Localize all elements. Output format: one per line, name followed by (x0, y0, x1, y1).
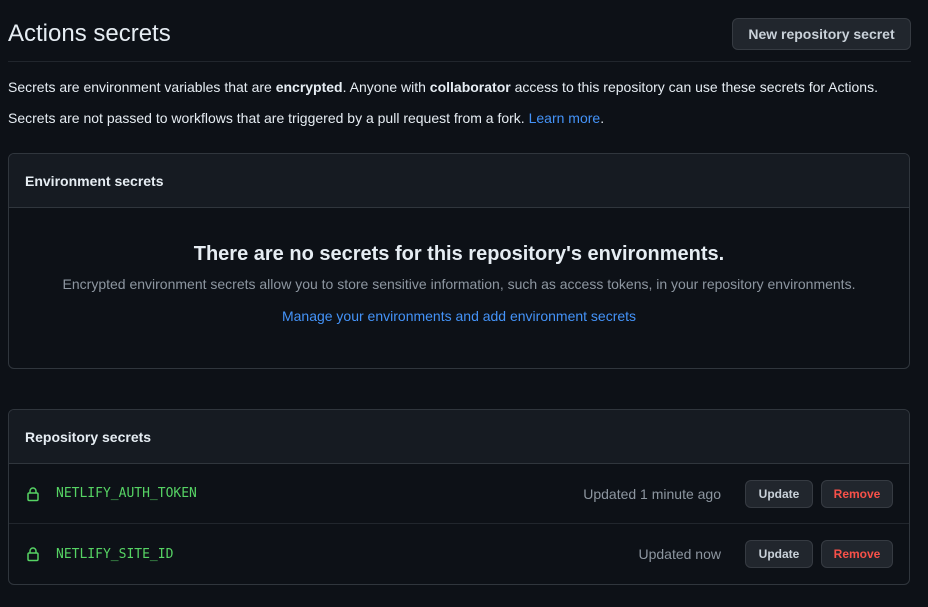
fork-note-end: . (600, 110, 605, 126)
remove-secret-button[interactable]: Remove (821, 540, 893, 568)
manage-environments-link[interactable]: Manage your environments and add environ… (282, 308, 636, 324)
secret-row: NETLIFY_AUTH_TOKEN Updated 1 minute ago … (9, 464, 909, 524)
secret-updated-time: Updated now (638, 546, 721, 562)
repository-secrets-header: Repository secrets (9, 410, 909, 464)
desc-text: Secrets are environment variables that a… (8, 79, 276, 95)
page-title: Actions secrets (8, 20, 171, 47)
secret-updated-time: Updated 1 minute ago (583, 485, 721, 502)
lock-icon (25, 546, 41, 562)
secret-row: NETLIFY_SITE_ID Updated now Update Remov… (9, 524, 909, 584)
empty-state-title: There are no secrets for this repository… (193, 243, 725, 265)
empty-state-description: Encrypted environment secrets allow you … (62, 276, 856, 292)
learn-more-link[interactable]: Learn more (529, 110, 601, 126)
desc-text: . Anyone with (342, 79, 430, 95)
secret-name: NETLIFY_SITE_ID (56, 546, 174, 562)
new-repository-secret-button[interactable]: New repository secret (732, 18, 911, 50)
page-header: Actions secrets New repository secret (8, 0, 911, 62)
repository-secrets-panel: Repository secrets NETLIFY_AUTH_TOKEN Up… (8, 409, 910, 585)
desc-bold-collaborator: collaborator (429, 79, 511, 95)
fork-note: Secrets are not passed to workflows that… (8, 110, 604, 126)
fork-note-text: Secrets are not passed to workflows that… (8, 110, 529, 126)
environment-secrets-panel: Environment secrets There are no secrets… (8, 153, 910, 369)
lock-icon (25, 486, 41, 502)
environment-secrets-header: Environment secrets (9, 154, 909, 208)
update-secret-button[interactable]: Update (745, 540, 813, 568)
desc-text: access to this repository can use these … (510, 79, 878, 95)
remove-secret-button[interactable]: Remove (821, 479, 893, 508)
actions-secrets-page: Actions secrets New repository secret Se… (0, 0, 928, 607)
desc-bold-encrypted: encrypted (275, 79, 343, 95)
update-secret-button[interactable]: Update (745, 479, 813, 508)
secret-name: NETLIFY_AUTH_TOKEN (56, 486, 197, 501)
environment-secrets-empty-state: There are no secrets for this repository… (9, 208, 909, 326)
secrets-description: Secrets are environment variables that a… (8, 79, 878, 95)
